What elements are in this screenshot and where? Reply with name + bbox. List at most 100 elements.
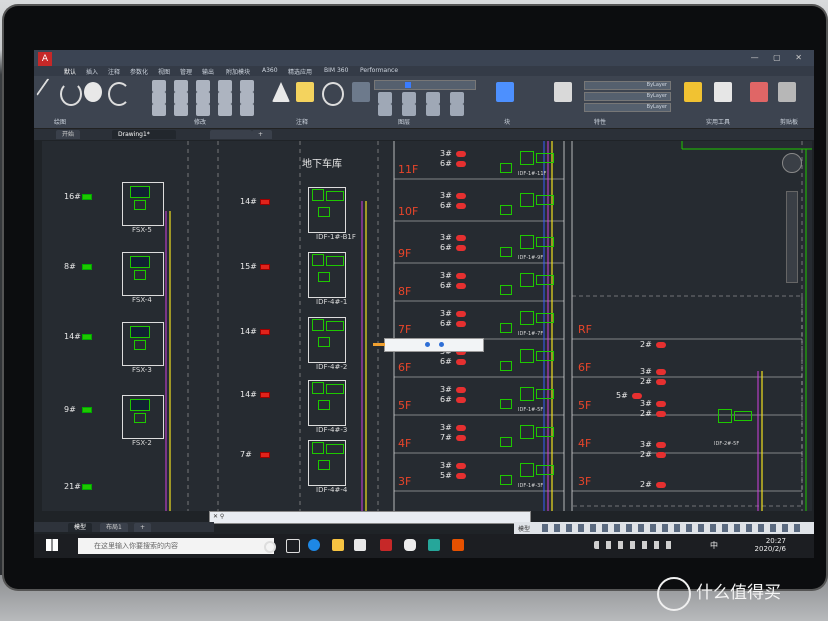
modify-tool-icon[interactable] [240,80,254,92]
window-controls[interactable]: — ▢ ✕ [751,53,808,62]
circle-tool-icon[interactable] [84,82,102,102]
model-space-indicator[interactable]: 模型 [518,524,530,533]
cabinet-name: IDF-4#-4 [316,486,348,494]
cortana-icon[interactable] [264,541,276,553]
modify-tool-icon[interactable] [152,92,166,104]
modify-tool-icon[interactable] [174,80,188,92]
tab-drawing2[interactable] [210,130,252,139]
task-view-icon[interactable] [286,539,300,553]
outlet-node [456,193,466,199]
tab-start[interactable]: 开始 [56,130,81,139]
ribbon-panel-label: 修改 [194,119,207,126]
status-toggles[interactable] [542,524,802,532]
layer-tool-icon[interactable] [402,92,416,104]
layer-tool-icon[interactable] [426,104,440,116]
autocad-logo-icon[interactable]: A [38,52,52,66]
device-count-label: 6# [440,243,452,252]
polyline-tool-icon[interactable] [60,82,82,106]
modify-tool-icon[interactable] [218,80,232,92]
layer-tool-icon[interactable] [450,92,464,104]
taskbar-clock[interactable]: 20:27 2020/2/6 [755,537,786,553]
modify-tool-icon[interactable] [240,104,254,116]
grip-menu-popup[interactable] [373,338,484,352]
insert-block-icon[interactable] [496,82,514,102]
device-count-label: 7# [440,433,452,442]
outlet-tag [260,452,270,458]
store-icon[interactable] [354,539,366,551]
modify-tool-icon[interactable] [196,80,210,92]
file-explorer-icon[interactable] [332,539,344,551]
ime-indicator[interactable]: 中 [710,540,718,551]
ribbon-tab[interactable]: 精选应用 [288,67,312,76]
ribbon-tab[interactable]: 参数化 [130,67,148,76]
edge-icon[interactable] [308,539,320,551]
office-icon[interactable] [452,539,464,551]
modify-tool-icon[interactable] [240,92,254,104]
ribbon-tab[interactable]: 注释 [108,67,120,76]
outlet-tag [82,334,92,340]
taskbar-search-input[interactable]: 在这里输入你要搜索的内容 [78,538,274,554]
leader-tool-icon[interactable] [322,82,344,106]
dimension-tool-icon[interactable] [296,82,314,102]
modify-tool-icon[interactable] [174,92,188,104]
color-dropdown[interactable]: ByLayer [584,81,671,90]
ups-icon [500,399,512,409]
layer-tool-icon[interactable] [450,104,464,116]
modify-tool-icon[interactable] [152,80,166,92]
outlet-node [656,452,666,458]
system-tray-icons[interactable] [594,541,674,549]
outlet-node [656,482,666,488]
ribbon-tab[interactable]: 插入 [86,67,98,76]
outlet-node [456,151,466,157]
autocad-taskbar-icon[interactable] [380,539,392,551]
group-tool-icon[interactable] [714,82,732,102]
modify-tool-icon[interactable] [218,92,232,104]
text-tool-icon[interactable] [272,82,290,102]
drawing-canvas[interactable]: 地下车库 16# FSX-5 8# FSX-4 14# FSX-3 9# FSX-2 21# 1… [42,141,812,511]
modify-tool-icon[interactable] [218,104,232,116]
device-count-label: 16# [64,192,81,201]
linetype-dropdown[interactable]: ByLayer [584,92,671,101]
ribbon-tab[interactable]: A360 [262,67,278,74]
ribbon-tab[interactable]: BIM 360 [324,67,348,74]
command-line-input[interactable]: ✕ ⚲ [209,511,531,524]
app-icon[interactable] [428,539,440,551]
modify-tool-icon[interactable] [196,104,210,116]
command-close-icon[interactable]: ✕ ⚲ [213,513,224,520]
layer-tool-icon[interactable] [378,104,392,116]
ribbon-tab[interactable]: 视图 [158,67,170,76]
ribbon-tab[interactable]: 默认 [64,67,76,76]
layer-properties-icon[interactable] [352,82,370,102]
layer-tool-icon[interactable] [426,92,440,104]
outlet-node [456,245,466,251]
ribbon-tab[interactable]: 输出 [202,67,214,76]
ribbon-tab[interactable]: 管理 [180,67,192,76]
tab-drawing1[interactable]: Drawing1* [112,130,176,139]
device-count-label: 3# [440,309,452,318]
modify-tool-icon[interactable] [152,104,166,116]
tab-layout1[interactable]: 布局1 [100,523,128,532]
modify-tool-icon[interactable] [174,104,188,116]
floor-label: 6F [578,361,592,374]
clipboard-icon[interactable] [778,82,796,102]
new-layout-button[interactable]: + [134,523,152,532]
windows-start-icon[interactable] [46,539,58,551]
new-tab-button[interactable]: + [252,130,272,139]
navigation-bar[interactable] [786,191,798,283]
layer-dropdown[interactable] [374,80,476,90]
modify-tool-icon[interactable] [196,92,210,104]
arc-tool-icon[interactable] [108,82,130,106]
security-icon[interactable] [404,539,416,551]
ribbon-tab[interactable]: 附加模块 [226,67,250,76]
layer-tool-icon[interactable] [378,92,392,104]
ribbon-tab[interactable]: Performance [360,67,398,74]
match-properties-icon[interactable] [554,82,572,102]
cabinet-name: IDF-1#-9F [518,255,544,261]
layer-tool-icon[interactable] [402,104,416,116]
measure-tool-icon[interactable] [684,82,702,102]
viewcube-icon[interactable] [782,153,802,173]
lineweight-dropdown[interactable]: ByLayer [584,103,671,112]
paste-icon[interactable] [750,82,768,102]
device-count-label: 6# [440,281,452,290]
tab-model[interactable]: 模型 [68,523,93,532]
